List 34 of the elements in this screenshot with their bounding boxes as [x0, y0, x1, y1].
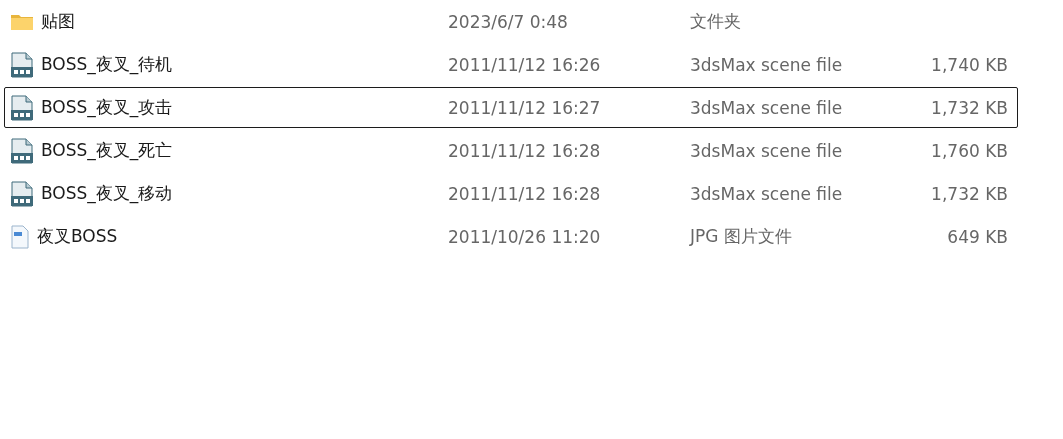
- file-size: 1,760 KB: [930, 140, 1008, 161]
- file-icon: [10, 180, 34, 207]
- file-row[interactable]: 夜叉BOSS 2011/10/26 11:20 JPG 图片文件 649 KB: [4, 216, 1018, 257]
- file-name: 夜叉BOSS: [37, 225, 118, 248]
- file-icon: [10, 94, 34, 121]
- file-type: 文件夹: [690, 10, 742, 33]
- file-icon: [10, 51, 34, 78]
- file-name: 贴图: [41, 10, 75, 33]
- file-date: 2023/6/7 0:48: [448, 11, 569, 32]
- file-row[interactable]: BOSS_夜叉_死亡 2011/11/12 16:28 3dsMax scene file 1,760 KB: [4, 130, 1018, 171]
- file-size: 1,740 KB: [930, 54, 1008, 75]
- file-row[interactable]: 贴图 2023/6/7 0:48 文件夹: [4, 1, 1018, 42]
- file-row[interactable]: BOSS_夜叉_攻击 2011/11/12 16:27 3dsMax scene file 1,732 KB: [4, 87, 1018, 128]
- file-type: 3dsMax scene file: [690, 140, 844, 161]
- file-date: 2011/11/12 16:28: [448, 183, 602, 204]
- file-type: 3dsMax scene file: [690, 97, 844, 118]
- file-icon: [10, 137, 34, 164]
- file-type: 3dsMax scene file: [690, 54, 844, 75]
- file-row[interactable]: BOSS_夜叉_移动 2011/11/12 16:28 3dsMax scene file 1,732 KB: [4, 173, 1018, 214]
- file-size: 1,732 KB: [930, 97, 1008, 118]
- file-size: 649 KB: [946, 226, 1008, 247]
- file-name: BOSS_夜叉_移动: [41, 182, 173, 205]
- file-type: 3dsMax scene file: [690, 183, 844, 204]
- file-name: BOSS_夜叉_待机: [41, 53, 173, 76]
- file-row[interactable]: BOSS_夜叉_待机 2011/11/12 16:26 3dsMax scene file 1,740 KB: [4, 44, 1018, 85]
- file-size: 1,732 KB: [930, 183, 1008, 204]
- file-name: BOSS_夜叉_攻击: [41, 96, 173, 119]
- file-date: 2011/11/12 16:28: [448, 140, 602, 161]
- file-date: 2011/11/12 16:27: [448, 97, 602, 118]
- image-file-icon: [10, 224, 30, 249]
- file-name: BOSS_夜叉_死亡: [41, 139, 173, 162]
- file-date: 2011/10/26 11:20: [448, 226, 602, 247]
- file-type: JPG 图片文件: [690, 225, 793, 248]
- file-date: 2011/11/12 16:26: [448, 54, 602, 75]
